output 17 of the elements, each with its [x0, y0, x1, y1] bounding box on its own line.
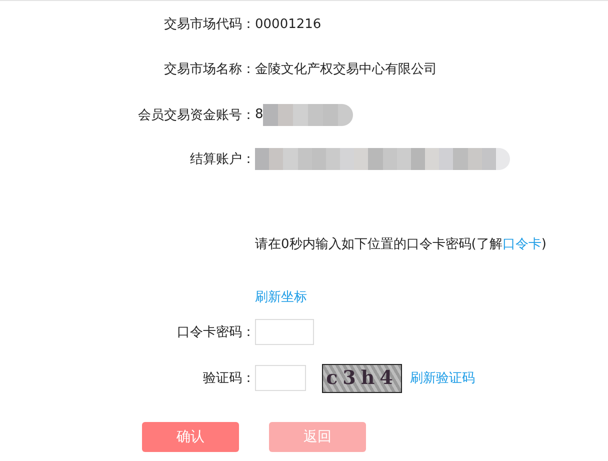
field-label: 验证码：	[202, 370, 255, 387]
field-label: 会员交易资金账号：	[137, 106, 255, 124]
field-label: 结算账户：	[189, 151, 255, 168]
field-value: 金陵文化产权交易中心有限公司	[255, 61, 437, 78]
instruction-text: 请在0秒内输入如下位置的口令卡密码(了解口令卡)	[255, 236, 548, 253]
password-input[interactable]	[255, 319, 314, 345]
field-label: 交易市场名称：	[163, 61, 255, 78]
field-value: 00001216	[255, 16, 322, 32]
captcha-image: c3h4	[322, 364, 402, 392]
field-label: 口令卡密码：	[176, 324, 255, 341]
field-value: 8	[255, 107, 264, 122]
captcha-input[interactable]	[255, 365, 306, 391]
refresh-captcha-link[interactable]: 刷新验证码	[410, 369, 475, 387]
card-info-link[interactable]: 口令卡	[502, 237, 542, 252]
confirm-button[interactable]: 确认	[142, 422, 239, 452]
field-label: 交易市场代码：	[163, 16, 255, 33]
refresh-coords-link[interactable]: 刷新坐标	[255, 288, 307, 306]
